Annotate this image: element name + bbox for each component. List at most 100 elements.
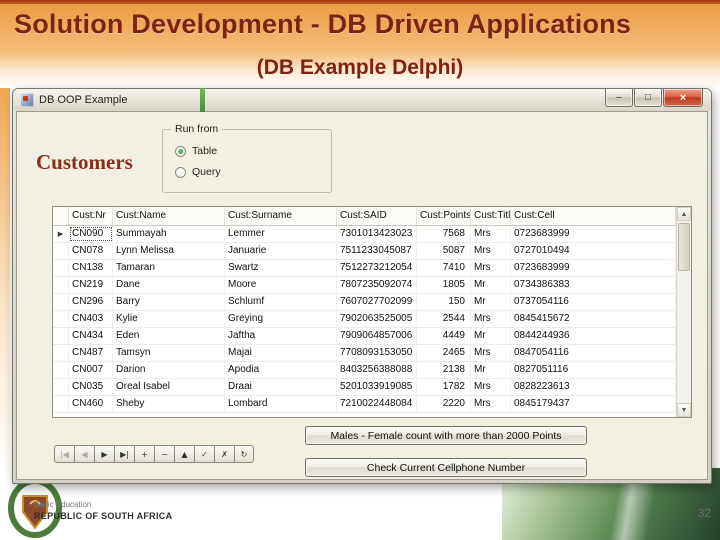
grid-cell: Sheby [113,396,225,412]
footer-country-label: REPUBLIC OF SOUTH AFRICA [34,511,173,521]
grid-cell: CN007 [69,362,113,378]
grid-cell: 0827051116 [511,362,676,378]
grid-cell: 7902063525005 [337,311,417,327]
check-cellphone-button[interactable]: Check Current Cellphone Number [305,458,587,477]
nav-delete-button[interactable]: − [154,445,174,463]
grid-cell: 7909064857006 [337,328,417,344]
nav-next-button[interactable]: ▶ [94,445,114,463]
table-row[interactable]: CN035 Oreal Isabel Draai 5201033919085 1782 M… [53,379,676,396]
close-button[interactable]: × [663,89,703,107]
grid-cell: Lombard [225,396,337,412]
grid-cell: Mrs [471,379,511,395]
current-record-indicator [53,379,69,395]
run-from-label: Run from [171,123,223,135]
nav-prior-button[interactable]: ◀ [74,445,94,463]
nav-post-button[interactable]: ✓ [194,445,214,463]
grid-cell: 2220 [417,396,471,412]
grid-cell: 7511233045087 [337,243,417,259]
radio-icon [175,166,186,178]
grid-cell: 0844244936 [511,328,676,344]
grid-indicator-header [53,207,69,225]
slide-page-number: 32 [697,506,711,520]
table-row[interactable]: CN403 Kylie Greying 7902063525005 2544 Mrs 084… [53,311,676,328]
minimize-button[interactable]: – [605,89,633,107]
grid-cell: Greying [225,311,337,327]
grid-cell: CN403 [69,311,113,327]
nav-first-button[interactable]: |◀ [54,445,74,463]
scroll-down-icon[interactable]: ▼ [677,403,691,417]
males-female-count-button[interactable]: Males - Female count with more than 2000… [305,426,587,445]
grid-cell: CN138 [69,260,113,276]
scrollbar-track[interactable] [677,221,691,403]
table-row[interactable]: CN296 Barry Schlumf 7607027702099 150 Mr 07370… [53,294,676,311]
grid-rows: ▶ CN090 Summayah Lemmer 7301013423023 7568 Mrs… [53,226,676,413]
grid-cell: 5087 [417,243,471,259]
window-controls: – □ × [605,89,703,107]
grid-cell: Apodia [225,362,337,378]
grid-cell: 0847054116 [511,345,676,361]
current-record-indicator: ▶ [53,226,69,242]
table-row[interactable]: CN219 Dane Moore 7807235092074 1805 Mr 0734386… [53,277,676,294]
radio-option-query[interactable]: Query [175,166,221,178]
scroll-up-icon[interactable]: ▲ [677,207,691,221]
grid-cell: Mrs [471,243,511,259]
grid-cell: 7708093153050 [337,345,417,361]
grid-cell: Mr [471,294,511,310]
grid-cell: 7807235092074 [337,277,417,293]
table-row[interactable]: CN487 Tamsyn Majai 7708093153050 2465 Mrs 0847… [53,345,676,362]
window-title: DB OOP Example [39,94,128,106]
slide-title: Solution Development - DB Driven Applica… [14,9,632,39]
radio-option-table[interactable]: Table [175,145,217,157]
nav-insert-button[interactable]: + [134,445,154,463]
green-accent-bar [200,88,205,112]
grid-cell: 4449 [417,328,471,344]
grid-cell: Summayah [113,226,225,242]
grid-cell: Mrs [471,226,511,242]
grid-cell: 7568 [417,226,471,242]
current-record-indicator [53,243,69,259]
current-record-indicator [53,362,69,378]
table-row[interactable]: CN460 Sheby Lombard 7210022448084 2220 Mrs 084… [53,396,676,413]
nav-edit-button[interactable]: ▲ [174,445,194,463]
radio-icon [175,145,186,157]
grid-cell: 8403256388088 [337,362,417,378]
nav-cancel-button[interactable]: ✗ [214,445,234,463]
table-row[interactable]: CN138 Tamaran Swartz 7512273212054 7410 Mrs 07… [53,260,676,277]
customers-grid: Cust:Nr Cust:Name Cust:Surname Cust:SAID Cus… [52,206,692,418]
table-row[interactable]: CN078 Lynn Melissa Januarie 7511233045087 50… [53,243,676,260]
nav-last-button[interactable]: ▶| [114,445,134,463]
grid-cell: Mr [471,328,511,344]
customers-label: Customers [36,150,133,174]
grid-cell: 0845179437 [511,396,676,412]
scrollbar-thumb[interactable] [678,223,690,271]
grid-vertical-scrollbar[interactable]: ▲ ▼ [676,207,691,417]
grid-body: Cust:Nr Cust:Name Cust:Surname Cust:SAID Cus… [53,207,676,417]
grid-cell: Tamsyn [113,345,225,361]
grid-cell: Kylie [113,311,225,327]
slide-subtitle: (DB Example Delphi) [256,56,464,79]
grid-column-header: Cust:Name [113,207,225,225]
grid-cell: 2465 [417,345,471,361]
table-row[interactable]: ▶ CN090 Summayah Lemmer 7301013423023 7568 Mrs… [53,226,676,243]
table-row[interactable]: CN434 Eden Jaftha 7909064857006 4449 Mr 084424… [53,328,676,345]
grid-cell: 2138 [417,362,471,378]
grid-column-header: Cust:Title [471,207,511,225]
grid-cell: CN090 [69,226,113,242]
grid-cell: 7301013423023 [337,226,417,242]
grid-cell: 1782 [417,379,471,395]
grid-cell: 0737054116 [511,294,676,310]
current-record-indicator [53,311,69,327]
maximize-button[interactable]: □ [634,89,662,107]
footer-department-label: Basic Education [34,500,92,509]
grid-header-row: Cust:Nr Cust:Name Cust:Surname Cust:SAID Cus… [53,207,676,226]
grid-cell: Draai [225,379,337,395]
app-icon [20,93,34,107]
table-row[interactable]: CN007 Darion Apodia 8403256388088 2138 Mr 0827… [53,362,676,379]
grid-cell: 7607027702099 [337,294,417,310]
nav-refresh-button[interactable]: ↻ [234,445,254,463]
grid-cell: CN078 [69,243,113,259]
radio-label: Query [192,166,221,178]
grid-cell: Lynn Melissa [113,243,225,259]
grid-cell: Mrs [471,396,511,412]
grid-column-header: Cust:Surname [225,207,337,225]
